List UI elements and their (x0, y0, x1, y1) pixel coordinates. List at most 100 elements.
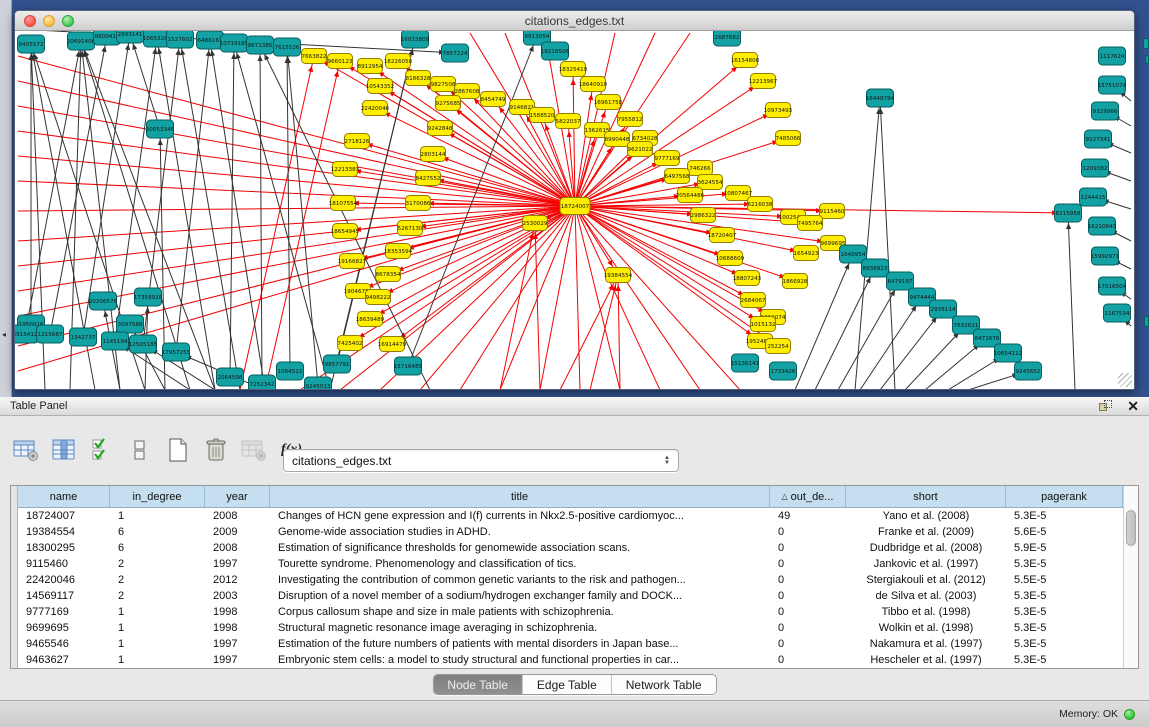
table-cell[interactable]: 9115460 (18, 556, 110, 572)
close-window-button[interactable] (24, 15, 36, 27)
close-panel-icon[interactable]: ✕ (1127, 399, 1139, 413)
table-cell[interactable]: Tibbo et al. (1998) (846, 604, 1006, 620)
table-cell[interactable]: Wolkin et al. (1998) (846, 620, 1006, 636)
table-row[interactable]: 946362711997Embryonic stem cells: a mode… (18, 652, 1123, 668)
table-cell[interactable]: 0 (770, 604, 846, 620)
table-cell[interactable]: 5.3E-5 (1006, 636, 1123, 652)
table-cell[interactable]: 5.3E-5 (1006, 620, 1123, 636)
table-cell[interactable]: 5.3E-5 (1006, 652, 1123, 668)
table-cell[interactable]: 6 (110, 524, 205, 540)
table-row[interactable]: 911546021997Tourette syndrome. Phenomeno… (18, 556, 1123, 572)
table-row[interactable]: 1456911722003Disruption of a novel membe… (18, 588, 1123, 604)
zoom-window-button[interactable] (62, 15, 74, 27)
table-cell[interactable]: Disruption of a novel member of a sodium… (270, 588, 770, 604)
table-cell[interactable]: Stergiakouli et al. (2012) (846, 572, 1006, 588)
float-panel-icon[interactable] (1099, 400, 1113, 413)
network-window-titlebar[interactable]: citations_edges.txt (15, 11, 1134, 31)
table-row[interactable]: 946554611997Estimation of the future num… (18, 636, 1123, 652)
table-cell[interactable]: 1 (110, 652, 205, 668)
table-cell[interactable]: Changes of HCN gene expression and I(f) … (270, 508, 770, 524)
table-cell[interactable]: 1 (110, 636, 205, 652)
table-cell[interactable]: 1997 (205, 652, 270, 668)
table-cell[interactable]: 2009 (205, 524, 270, 540)
table-scrollbar-thumb[interactable] (1126, 510, 1136, 546)
table-row[interactable]: 1872400712008Changes of HCN gene express… (18, 508, 1123, 524)
tab-node-table[interactable]: Node Table (433, 675, 523, 694)
table-cell[interactable]: Franke et al. (2009) (846, 524, 1006, 540)
column-header-pagerank[interactable]: pagerank (1006, 486, 1123, 507)
column-header-title[interactable]: title (270, 486, 770, 507)
table-cell[interactable]: 2008 (205, 540, 270, 556)
minimize-window-button[interactable] (43, 15, 55, 27)
table-cell[interactable]: 2003 (205, 588, 270, 604)
table-cell[interactable]: Nakamura et al. (1997) (846, 636, 1006, 652)
table-cell[interactable]: 18724007 (18, 508, 110, 524)
table-settings-icon[interactable] (12, 437, 39, 464)
table-cell[interactable]: Estimation of the future numbers of pati… (270, 636, 770, 652)
merge-tables-icon[interactable] (126, 437, 153, 464)
table-cell[interactable]: Estimation of significance thresholds fo… (270, 540, 770, 556)
table-cell[interactable]: 0 (770, 572, 846, 588)
table-cell[interactable]: 5.9E-5 (1006, 540, 1123, 556)
table-cell[interactable]: 5.3E-5 (1006, 604, 1123, 620)
table-cell[interactable]: 1997 (205, 556, 270, 572)
table-cell[interactable]: 9777169 (18, 604, 110, 620)
table-cell[interactable]: 2008 (205, 508, 270, 524)
delete-attribute-icon[interactable] (202, 437, 229, 464)
table-cell[interactable]: 6 (110, 540, 205, 556)
table-scrollbar[interactable] (1123, 486, 1138, 668)
table-cell[interactable]: de Silva et al. (2003) (846, 588, 1006, 604)
table-cell[interactable]: 1997 (205, 636, 270, 652)
table-cell[interactable]: 22420046 (18, 572, 110, 588)
collapse-handle-icon[interactable]: ◂ (2, 330, 6, 339)
table-cell[interactable]: 9699695 (18, 620, 110, 636)
table-cell[interactable]: 2 (110, 556, 205, 572)
table-cell[interactable]: Dudbridge et al. (2008) (846, 540, 1006, 556)
table-cell[interactable]: 2 (110, 572, 205, 588)
column-header-out-de-[interactable]: △out_de... (770, 486, 846, 507)
column-header-in-degree[interactable]: in_degree (110, 486, 205, 507)
table-cell[interactable]: 5.3E-5 (1006, 508, 1123, 524)
table-cell[interactable]: Investigating the contribution of common… (270, 572, 770, 588)
table-cell[interactable]: Structural magnetic resonance image aver… (270, 620, 770, 636)
table-row[interactable]: 1830029562008Estimation of significance … (18, 540, 1123, 556)
table-cell[interactable]: 5.6E-5 (1006, 524, 1123, 540)
table-cell[interactable]: Yano et al. (2008) (846, 508, 1006, 524)
table-cell[interactable]: 0 (770, 524, 846, 540)
table-cell[interactable]: 9463627 (18, 652, 110, 668)
window-resize-grip[interactable] (1118, 373, 1132, 387)
table-row[interactable]: 969969511998Structural magnetic resonanc… (18, 620, 1123, 636)
table-cell[interactable]: 1998 (205, 604, 270, 620)
table-cell[interactable]: Genome-wide association studies in ADHD. (270, 524, 770, 540)
column-header-year[interactable]: year (205, 486, 270, 507)
table-row[interactable]: 2242004622012Investigating the contribut… (18, 572, 1123, 588)
table-cell[interactable]: 0 (770, 556, 846, 572)
table-cell[interactable]: 14569117 (18, 588, 110, 604)
table-cell[interactable]: 1 (110, 508, 205, 524)
table-cell[interactable]: 0 (770, 620, 846, 636)
table-cell[interactable]: 0 (770, 636, 846, 652)
network-canvas[interactable]: 1872400796601238912954182260588186328105… (15, 31, 1134, 389)
table-cell[interactable]: 1 (110, 604, 205, 620)
table-cell[interactable]: Embryonic stem cells: a model to study s… (270, 652, 770, 668)
table-cell[interactable]: 9465546 (18, 636, 110, 652)
table-cell[interactable]: 1998 (205, 620, 270, 636)
table-cell[interactable]: 5.3E-5 (1006, 556, 1123, 572)
table-cell[interactable]: Jankovic et al. (1997) (846, 556, 1006, 572)
table-cell[interactable]: 2012 (205, 572, 270, 588)
table-row[interactable]: 977716911998Corpus callosum shape and si… (18, 604, 1123, 620)
table-selector-dropdown[interactable]: citations_edges.txt ▲▼ (283, 449, 679, 472)
table-cell[interactable]: 18300295 (18, 540, 110, 556)
column-visibility-icon[interactable] (50, 437, 77, 464)
new-table-icon[interactable] (164, 437, 191, 464)
column-header-short[interactable]: short (846, 486, 1006, 507)
table-cell[interactable]: 0 (770, 588, 846, 604)
table-cell[interactable]: Hescheler et al. (1997) (846, 652, 1006, 668)
memory-status-indicator[interactable] (1124, 709, 1135, 720)
table-cell[interactable]: 0 (770, 540, 846, 556)
table-cell[interactable]: 19384554 (18, 524, 110, 540)
table-cell[interactable]: 0 (770, 652, 846, 668)
table-cell[interactable]: 1 (110, 620, 205, 636)
row-selection-icon[interactable] (88, 437, 115, 464)
tab-edge-table[interactable]: Edge Table (523, 675, 612, 694)
